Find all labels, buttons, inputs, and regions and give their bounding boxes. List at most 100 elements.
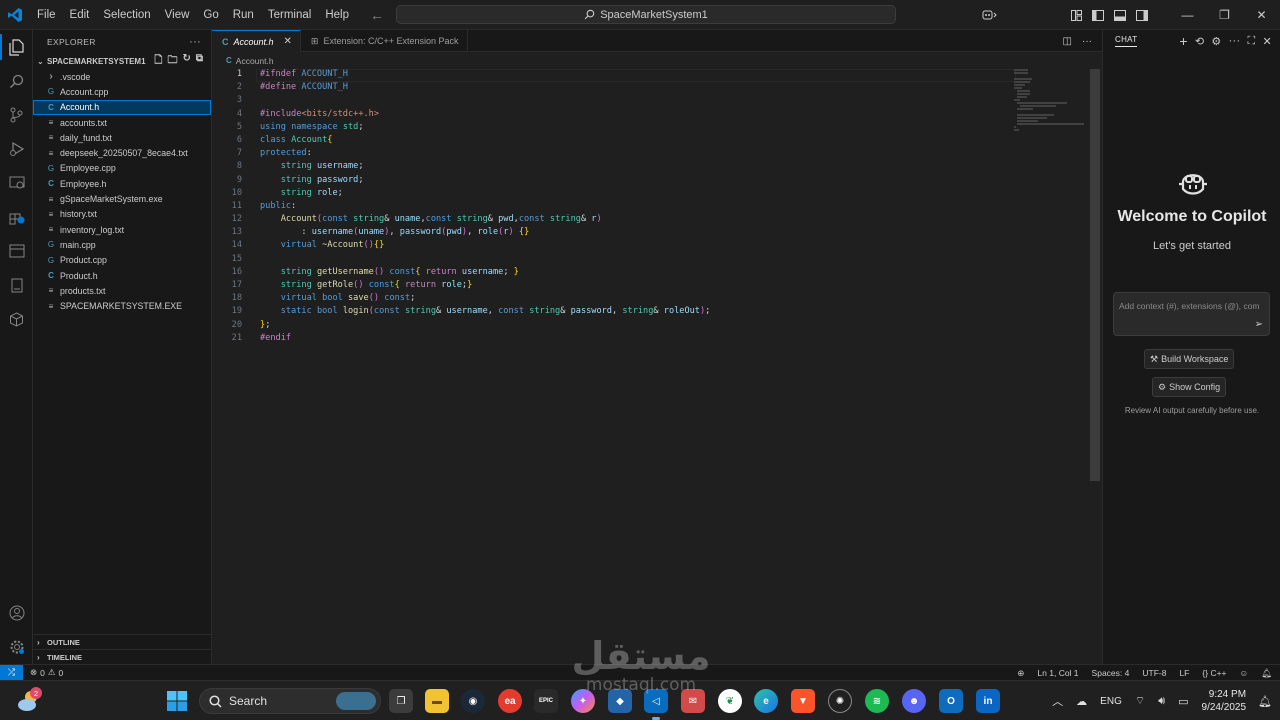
discord-icon[interactable]: ☻ [902, 689, 926, 713]
file-tree-item[interactable]: C Account.h [33, 99, 211, 115]
code-editor[interactable]: 1 #ifndef ACCOUNT_H 2 #define ACCOUNT_H 3 4 #i… [212, 69, 1092, 346]
code-line[interactable]: 19 static bool login(const string& usern… [212, 306, 1092, 319]
more-actions-icon[interactable]: ··· [189, 36, 201, 48]
code-line[interactable]: 7 protected: [212, 148, 1092, 161]
file-tree-item[interactable]: ≡ deepseek_20250507_8ecae4.txt [33, 145, 211, 160]
visual-studio-icon[interactable]: ◆ [608, 689, 632, 713]
new-folder-icon[interactable]: 🗀 [167, 53, 177, 70]
volume-icon[interactable]: 🔊︎ [1158, 695, 1165, 708]
chatgpt-icon[interactable]: ✺ [828, 689, 852, 713]
code-line[interactable]: 1 #ifndef ACCOUNT_H [212, 69, 1092, 82]
file-tree-item[interactable]: ≡ SPACEMARKETSYSTEM.EXE [33, 298, 211, 313]
toggle-primary-sidebar-icon[interactable] [1087, 0, 1109, 30]
editor-more-icon[interactable]: ··· [1082, 36, 1092, 47]
editor-scrollbar[interactable] [1090, 69, 1100, 481]
menu-help[interactable]: Help [318, 0, 356, 30]
timeline-section[interactable]: › TIMELINE [33, 649, 212, 664]
copilot-status-icon[interactable]: ☺ [1240, 668, 1249, 678]
code-line[interactable]: 3 [212, 95, 1092, 108]
menu-file[interactable]: File [30, 0, 63, 30]
cursor-position[interactable]: Ln 1, Col 1 [1037, 668, 1078, 678]
steam-icon[interactable]: ◉ [461, 689, 485, 713]
file-tree-item[interactable]: Gmain.cpp [33, 237, 211, 252]
maximize-button[interactable]: ❐ [1206, 0, 1243, 30]
toggle-secondary-sidebar-icon[interactable] [1131, 0, 1153, 30]
language-mode[interactable]: {} C++ [1202, 668, 1226, 678]
back-arrow-icon[interactable]: ← [370, 7, 384, 23]
task-view-icon[interactable]: ❐ [389, 689, 413, 713]
file-tree-item[interactable]: ≡ history.txt [33, 207, 211, 222]
line-ending[interactable]: LF [1179, 668, 1189, 678]
breadcrumb[interactable]: C Account.h [212, 52, 1102, 69]
minimize-button[interactable]: — [1169, 0, 1206, 30]
file-tree-item[interactable]: › .vscode [33, 69, 211, 84]
outline-section[interactable]: › OUTLINE [33, 634, 212, 649]
tab-account-h[interactable]: C Account.h ✕ [212, 30, 301, 52]
edge-browser-icon[interactable]: e [754, 689, 778, 713]
close-tab-icon[interactable]: ✕ [284, 36, 292, 47]
vscode-taskbar-icon[interactable]: ◁ [644, 689, 668, 713]
toggle-panel-icon[interactable] [1109, 0, 1131, 30]
minimap[interactable] [1014, 69, 1084, 131]
menu-run[interactable]: Run [226, 0, 261, 30]
chat-title[interactable]: CHAT [1115, 35, 1138, 47]
tab-extension-pack[interactable]: ⊞ Extension: C/C++ Extension Pack [301, 30, 468, 52]
code-line[interactable]: 8 string username; [212, 161, 1092, 174]
file-tree-item[interactable]: C Product.h [33, 268, 211, 283]
code-line[interactable]: 11 public: [212, 201, 1092, 214]
command-center[interactable]: SpaceMarketSystem1 [396, 5, 896, 24]
mail-app-icon[interactable]: ✉ [681, 689, 705, 713]
code-line[interactable]: 6 class Account{ [212, 135, 1092, 148]
code-line[interactable]: 14 virtual ~Account(){} [212, 240, 1092, 253]
search-icon[interactable] [0, 64, 33, 98]
file-tree-item[interactable]: G Account.cpp [33, 84, 211, 99]
chat-settings-icon[interactable]: ⚙ [1211, 35, 1221, 48]
menu-terminal[interactable]: Terminal [261, 0, 318, 30]
customize-layout-icon[interactable] [1065, 0, 1087, 30]
linkedin-icon[interactable]: in [976, 689, 1000, 713]
code-line[interactable]: 15 [212, 254, 1092, 267]
epic-games-icon[interactable]: EPIC [534, 689, 558, 713]
code-line[interactable]: 17 string getRole() const{ return role;} [212, 280, 1092, 293]
manage-gear-icon[interactable] [0, 630, 33, 664]
file-tree-item[interactable]: C Employee.h [33, 176, 211, 191]
chat-more-icon[interactable]: ··· [1229, 35, 1241, 47]
copilot-app-icon[interactable]: ✦ [571, 689, 595, 713]
account-icon[interactable] [0, 596, 33, 630]
notebook-icon[interactable] [0, 268, 33, 302]
remote-indicator-icon[interactable]: ⤮ [0, 664, 23, 681]
file-tree-item[interactable]: G Product.cpp [33, 253, 211, 268]
indentation[interactable]: Spaces: 4 [1092, 668, 1130, 678]
new-file-icon[interactable]: 🗋 [154, 53, 162, 70]
history-icon[interactable]: ⟲ [1195, 35, 1205, 48]
menu-edit[interactable]: Edit [63, 0, 97, 30]
input-language[interactable]: ENG [1100, 696, 1122, 707]
menu-go[interactable]: Go [196, 0, 225, 30]
spotify-icon[interactable]: ≋ [865, 689, 889, 713]
package-icon[interactable] [0, 302, 33, 336]
refresh-icon[interactable]: ↻ [182, 53, 190, 70]
onedrive-icon[interactable]: ☁ [1076, 695, 1087, 708]
wifi-icon[interactable]: ⌔ [1135, 694, 1145, 708]
file-tree-item[interactable]: ≡ accounts.txt [33, 115, 211, 130]
close-window-button[interactable]: ✕ [1243, 0, 1280, 30]
code-line[interactable]: 21 #endif [212, 333, 1092, 346]
file-tree-item[interactable]: ≡ gSpaceMarketSystem.exe [33, 191, 211, 206]
zoom-icon[interactable]: ⊕ [1017, 668, 1024, 679]
menu-selection[interactable]: Selection [96, 0, 157, 30]
testing-icon[interactable] [0, 234, 33, 268]
file-explorer-icon[interactable]: ▬ [425, 689, 449, 713]
chat-input[interactable]: Add context (#), extensions (@), com ➢ [1113, 292, 1270, 336]
file-tree-item[interactable]: ≡ products.txt [33, 283, 211, 298]
notifications-bell-icon[interactable]: 🔔︎ [1261, 668, 1272, 679]
problems-indicator[interactable]: ⊗ 0 ⚠ 0 [23, 667, 63, 678]
close-panel-icon[interactable]: ✕ [1262, 35, 1272, 48]
new-chat-icon[interactable]: + [1179, 33, 1187, 49]
build-workspace-button[interactable]: ⚒ Build Workspace [1144, 349, 1235, 369]
mongodb-compass-icon[interactable]: ❦ [718, 689, 742, 713]
windows-start-icon[interactable] [167, 691, 187, 711]
run-debug-icon[interactable] [0, 132, 33, 166]
clock[interactable]: 9:24 PM 9/24/2025 [1202, 688, 1247, 714]
tray-overflow-icon[interactable]: ︿ [1052, 693, 1063, 709]
code-line[interactable]: 18 virtual bool save() const; [212, 293, 1092, 306]
